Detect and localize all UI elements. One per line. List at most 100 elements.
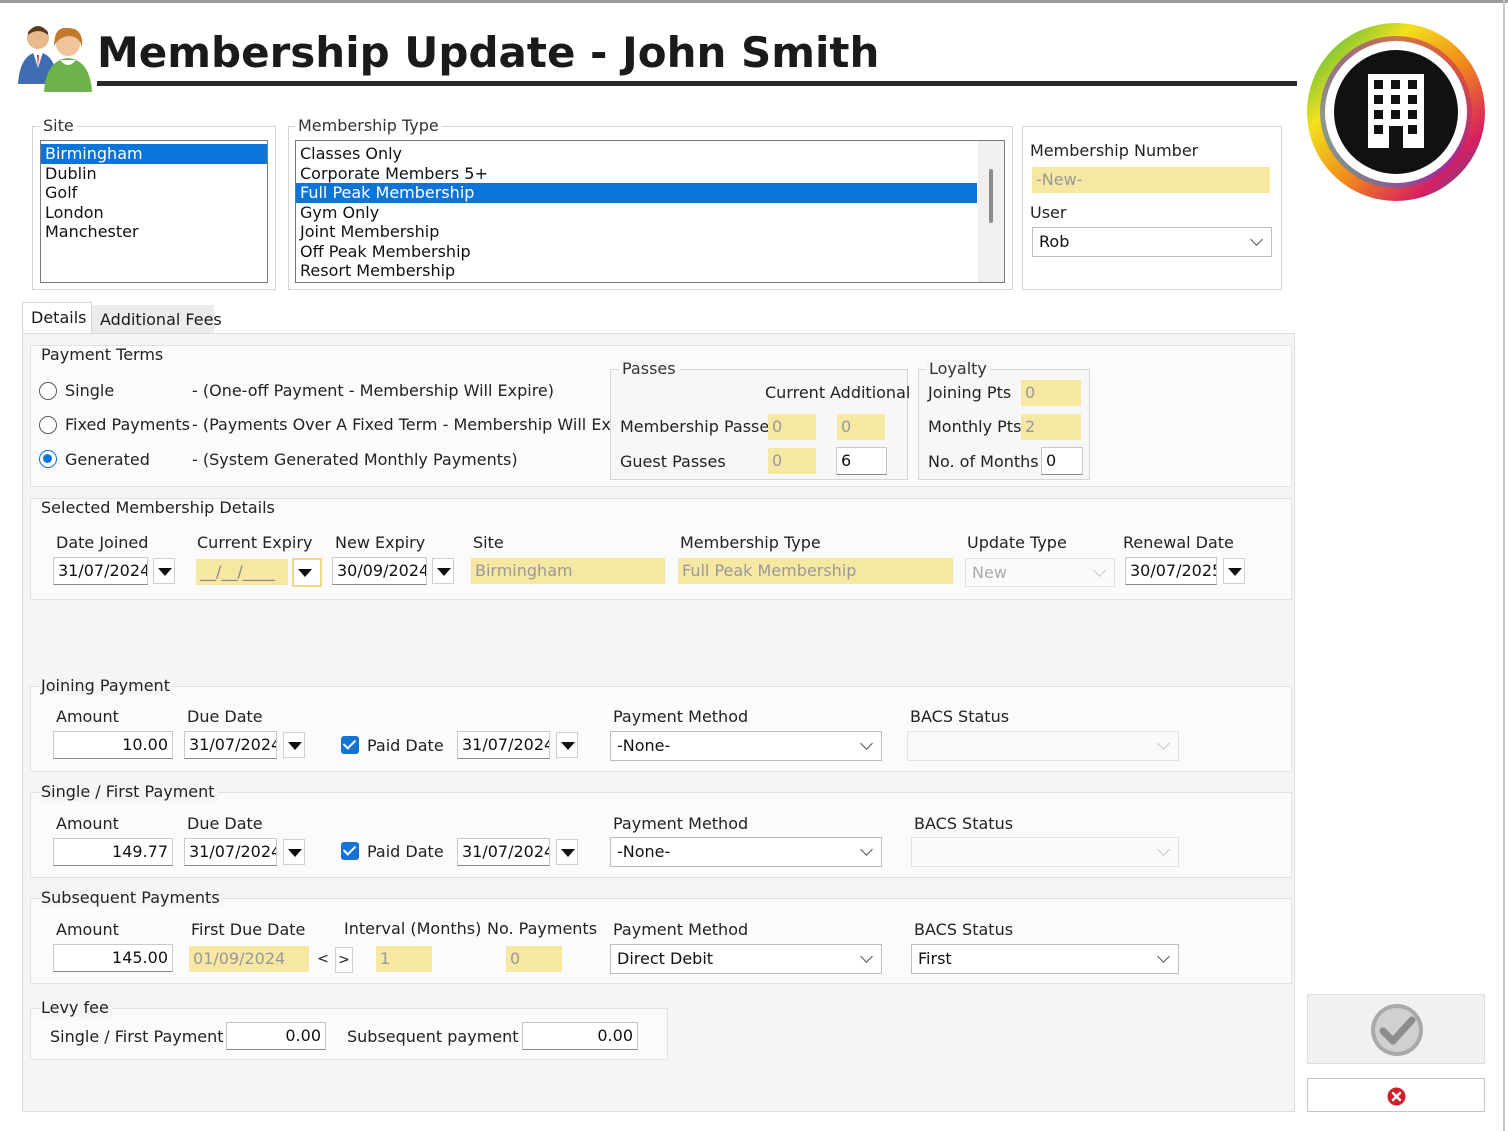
cancel-button[interactable] <box>1307 1078 1485 1112</box>
joining-paid-field[interactable]: 31/07/2024 <box>457 731 550 759</box>
first-amount-field[interactable]: 149.77 <box>53 838 173 866</box>
chevron-down-icon <box>1157 950 1170 963</box>
selected-site-field: Birmingham <box>471 558 665 584</box>
passes-label: Passes <box>619 359 679 378</box>
people-icon <box>16 22 92 94</box>
update-type-label: Update Type <box>967 533 1067 552</box>
site-item[interactable]: Dublin <box>41 164 267 184</box>
first-method-label: Payment Method <box>613 814 749 833</box>
current-expiry-dropdown[interactable] <box>292 558 322 587</box>
site-item[interactable]: London <box>41 203 267 223</box>
current-expiry-field: __/__/____ <box>196 559 288 585</box>
subsequent-amount-field[interactable]: 145.00 <box>53 944 173 972</box>
guest-passes-additional[interactable]: 6 <box>836 447 887 475</box>
passes-current-header: Current <box>765 383 826 402</box>
passes-additional-header: Additional <box>830 383 911 402</box>
guest-passes-label: Guest Passes <box>620 452 726 471</box>
first-paid-label: Paid Date <box>367 842 444 861</box>
no-payments-field[interactable]: 0 <box>506 946 562 972</box>
subsequent-payments-label: Subsequent Payments <box>41 888 223 907</box>
first-paid-field[interactable]: 31/07/2024 <box>457 838 550 866</box>
radio-generated[interactable] <box>39 450 57 468</box>
renewal-date-field[interactable]: 30/07/2025 <box>1125 557 1217 585</box>
scrollbar-thumb[interactable] <box>989 169 993 223</box>
first-paid-checkbox[interactable] <box>341 842 359 860</box>
date-joined-dropdown[interactable] <box>153 558 175 584</box>
chevron-down-icon <box>860 950 873 963</box>
levy-first-field[interactable]: 0.00 <box>226 1022 326 1050</box>
user-select[interactable]: Rob <box>1032 227 1272 257</box>
levy-first-label: Single / First Payment <box>50 1027 224 1046</box>
subsequent-amount-label: Amount <box>56 920 119 939</box>
membership-type-listbox[interactable]: Classes Only Corporate Members 5+ Full P… <box>295 140 1005 283</box>
membership-type-item[interactable]: Corporate Members 5+ <box>296 164 977 184</box>
membership-type-item[interactable]: Off Peak Membership <box>296 242 977 262</box>
joining-method-select[interactable]: -None- <box>610 731 882 761</box>
selected-details-label: Selected Membership Details <box>41 498 275 517</box>
joining-method-label: Payment Method <box>613 707 749 726</box>
levy-subsequent-field[interactable]: 0.00 <box>522 1022 638 1050</box>
first-due-label: Due Date <box>187 814 263 833</box>
joining-pts-label: Joining Pts <box>928 383 1012 402</box>
scrollbar-track[interactable] <box>978 141 1004 282</box>
joining-bacs-label: BACS Status <box>910 707 1010 726</box>
joining-amount-label: Amount <box>56 707 119 726</box>
renewal-date-label: Renewal Date <box>1123 533 1234 552</box>
renewal-date-dropdown[interactable] <box>1223 558 1245 584</box>
new-expiry-field[interactable]: 30/09/2024 <box>332 557 427 585</box>
first-due-next-button[interactable]: > <box>335 947 353 973</box>
loyalty-label: Loyalty <box>926 359 990 378</box>
site-item[interactable]: Birmingham <box>41 144 267 164</box>
user-select-value: Rob <box>1039 232 1070 251</box>
site-item[interactable]: Manchester <box>41 222 267 242</box>
monthly-pts-field[interactable]: 2 <box>1021 414 1081 440</box>
chevron-down-icon <box>1157 737 1170 750</box>
joining-paid-dropdown[interactable] <box>556 732 578 758</box>
joining-pts-field[interactable]: 0 <box>1021 380 1081 406</box>
title-underline <box>97 81 1297 86</box>
no-of-months-field[interactable]: 0 <box>1041 447 1083 475</box>
subsequent-bacs-select[interactable]: First <box>911 944 1179 974</box>
membership-type-item[interactable]: Full Peak Membership <box>296 183 977 203</box>
selected-type-field: Full Peak Membership <box>678 558 953 584</box>
first-due-dropdown[interactable] <box>283 839 305 865</box>
site-group-label: Site <box>40 116 77 135</box>
site-listbox[interactable]: Birmingham Dublin Golf London Manchester <box>40 140 268 283</box>
date-joined-field[interactable]: 31/07/2024 <box>53 557 148 585</box>
first-method-select[interactable]: -None- <box>610 837 882 867</box>
first-paid-dropdown[interactable] <box>556 839 578 865</box>
membership-type-item[interactable]: Joint Membership <box>296 222 977 242</box>
site-item[interactable]: Golf <box>41 183 267 203</box>
first-due-prev-button[interactable]: < <box>314 947 332 973</box>
cancel-icon <box>1387 1087 1406 1106</box>
window-top-border <box>0 0 1508 3</box>
membership-type-item[interactable]: Classes Only <box>296 144 977 164</box>
membership-passes-additional[interactable]: 0 <box>837 414 885 440</box>
membership-passes-current: 0 <box>768 414 816 440</box>
first-due-date-label: First Due Date <box>191 920 306 939</box>
joining-due-dropdown[interactable] <box>283 732 305 758</box>
radio-single[interactable] <box>39 382 57 400</box>
joining-due-field[interactable]: 31/07/2024 <box>184 731 277 759</box>
joining-paid-checkbox[interactable] <box>341 736 359 754</box>
first-payment-label: Single / First Payment <box>41 782 218 801</box>
joining-amount-field[interactable]: 10.00 <box>53 731 173 759</box>
subsequent-method-select[interactable]: Direct Debit <box>610 944 882 974</box>
page-title: Membership Update - John Smith <box>97 28 880 77</box>
save-button[interactable] <box>1307 994 1485 1064</box>
radio-fixed-payments[interactable] <box>39 416 57 434</box>
joining-paid-label: Paid Date <box>367 736 444 755</box>
tab-details[interactable]: Details <box>22 302 92 334</box>
radio-single-desc: - (One-off Payment - Membership Will Exp… <box>192 381 554 400</box>
first-due-field[interactable]: 31/07/2024 <box>184 838 277 866</box>
radio-fixed-payments-label[interactable]: Fixed Payments <box>65 415 190 434</box>
no-of-months-label: No. of Months <box>928 452 1039 471</box>
radio-generated-label[interactable]: Generated <box>65 450 150 469</box>
membership-type-item[interactable]: Resort Membership <box>296 261 977 281</box>
membership-type-item[interactable]: Gym Only <box>296 203 977 223</box>
radio-single-label[interactable]: Single <box>65 381 114 400</box>
levy-subsequent-label: Subsequent payment <box>347 1027 519 1046</box>
interval-field[interactable]: 1 <box>376 946 432 972</box>
new-expiry-dropdown[interactable] <box>432 558 454 584</box>
selected-site-label: Site <box>473 533 504 552</box>
